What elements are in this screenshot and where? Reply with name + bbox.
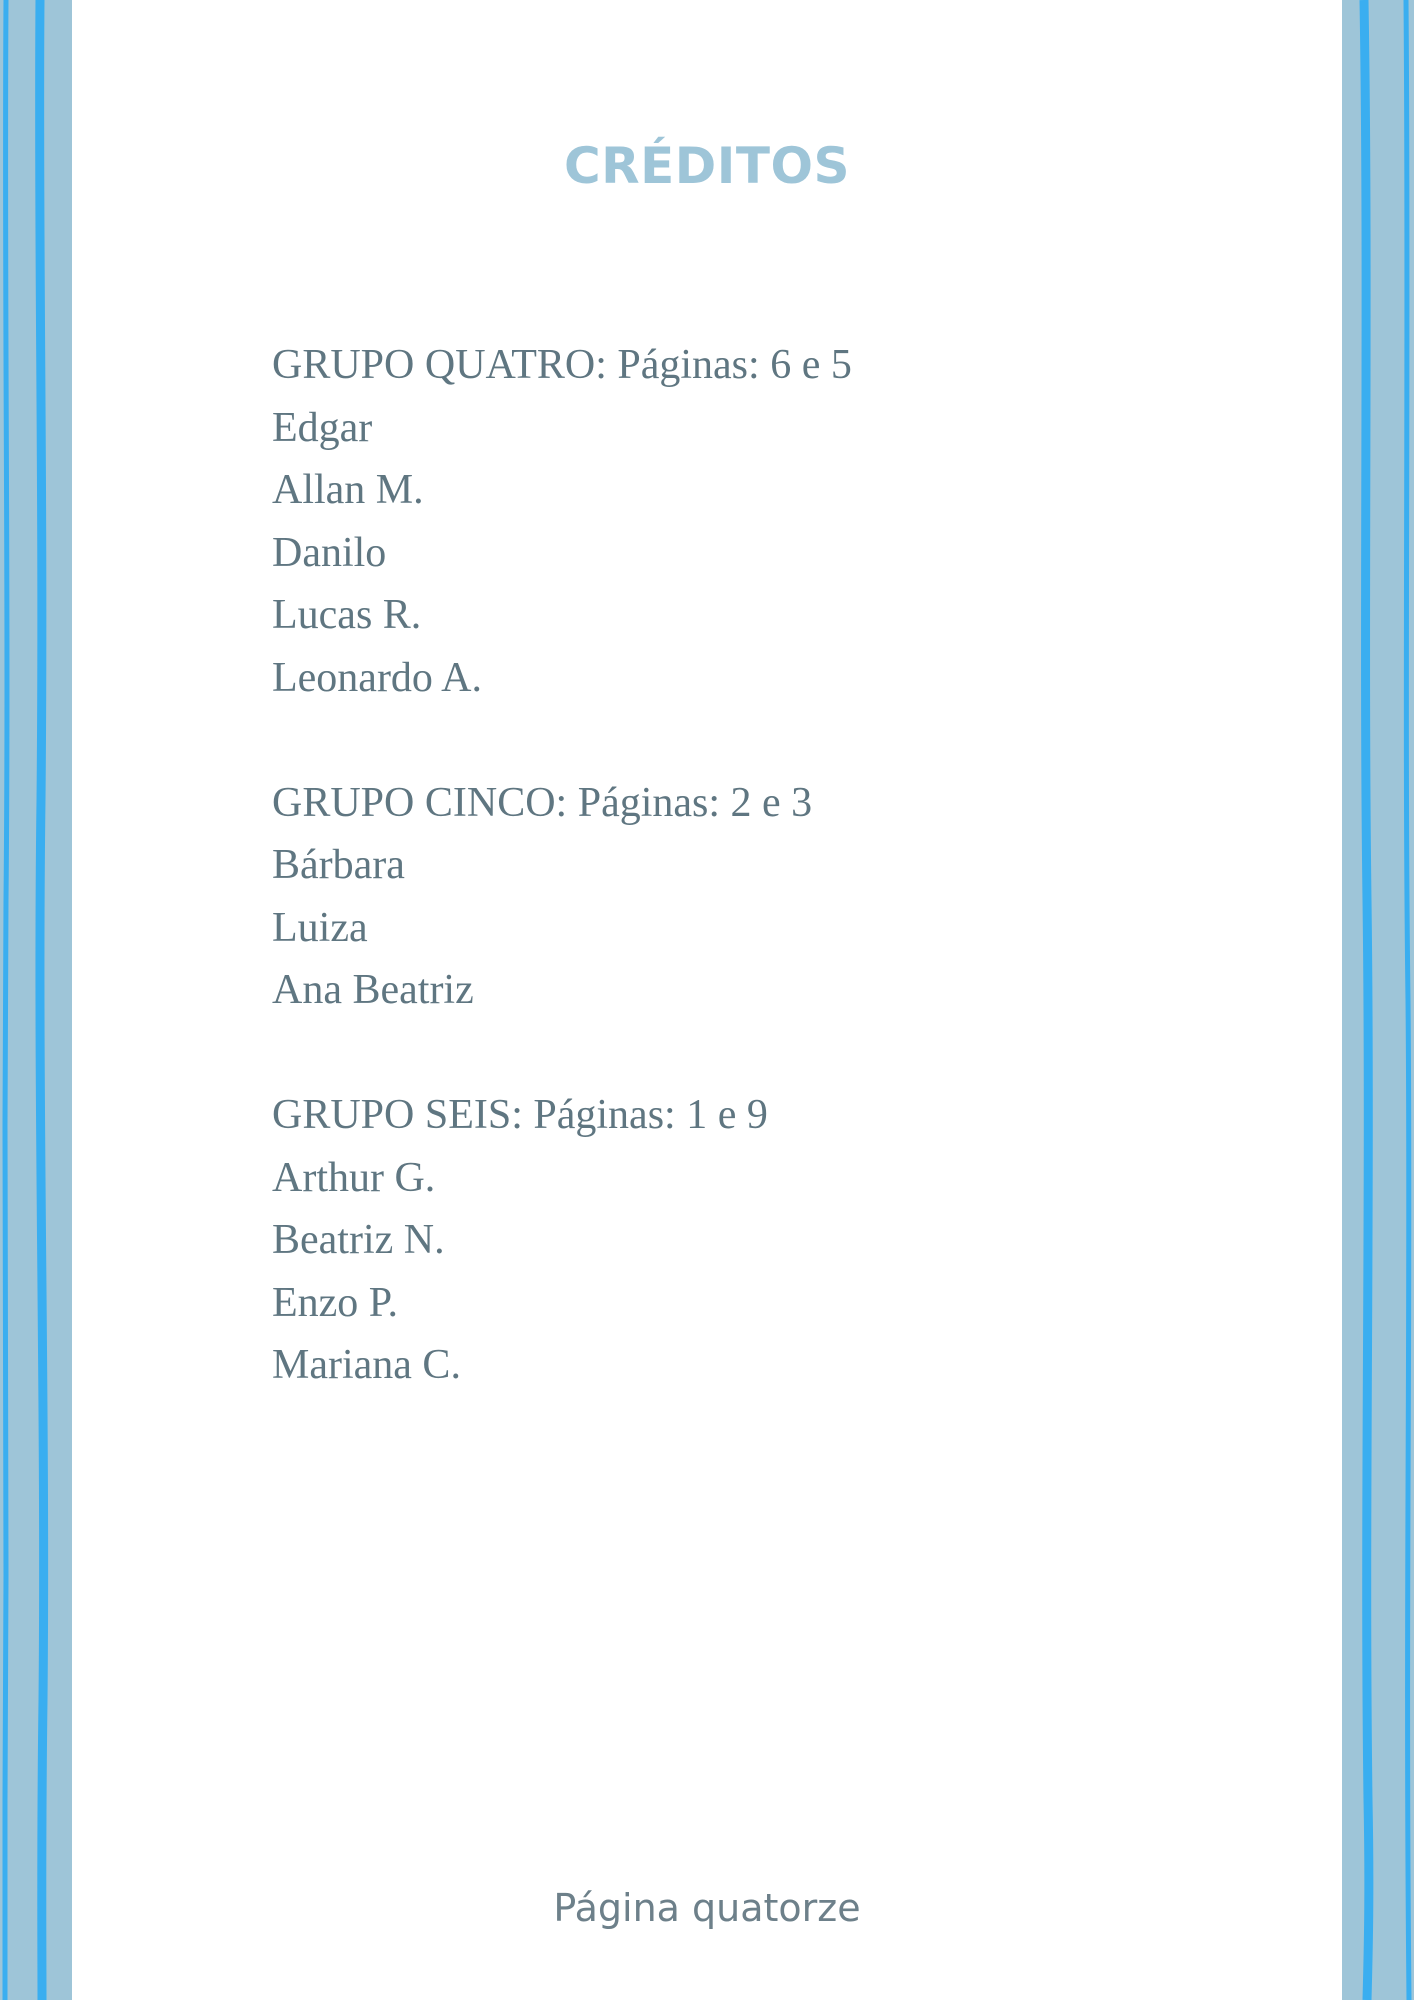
left-decorative-border bbox=[0, 0, 72, 2001]
group-member: Allan M. bbox=[272, 467, 424, 513]
group-member: Luiza bbox=[272, 904, 368, 951]
group-member: Beatriz N. bbox=[272, 1217, 445, 1263]
right-border-stripes-graphic bbox=[1342, 0, 1414, 2001]
left-border-stripes-graphic bbox=[0, 0, 72, 2001]
group-member: Arthur G. bbox=[272, 1154, 436, 1201]
group-member: Mariana C. bbox=[272, 1342, 461, 1388]
left-stripe-inner bbox=[35, 0, 49, 2001]
group-member: Ana Beatriz bbox=[272, 967, 474, 1013]
credit-group-quatro: GRUPO QUATRO: Páginas: 6 e 5 Edgar Allan… bbox=[272, 334, 1172, 709]
group-member: Enzo P. bbox=[272, 1279, 398, 1326]
group-heading: GRUPO CINCO: Páginas: 2 e 3 bbox=[272, 779, 813, 826]
group-member: Leonardo A. bbox=[272, 654, 482, 701]
left-stripe-outer bbox=[2, 0, 10, 2000]
group-member: Danilo bbox=[272, 529, 387, 576]
credit-group-cinco: GRUPO CINCO: Páginas: 2 e 3 Bárbara Luiz… bbox=[272, 772, 1172, 1022]
group-heading: GRUPO QUATRO: Páginas: 6 e 5 bbox=[272, 342, 852, 388]
page-number-footer: Página quatorze bbox=[553, 1886, 861, 1930]
right-border-band bbox=[1342, 0, 1414, 2000]
right-stripe-outer bbox=[1403, 0, 1412, 2001]
page-title: CRÉDITOS bbox=[563, 137, 851, 195]
credits-list: GRUPO QUATRO: Páginas: 6 e 5 Edgar Allan… bbox=[272, 334, 1172, 1459]
right-decorative-border bbox=[1342, 0, 1414, 2001]
group-member: Lucas R. bbox=[272, 592, 422, 638]
group-heading: GRUPO SEIS: Páginas: 1 e 9 bbox=[272, 1092, 768, 1138]
group-member: Edgar bbox=[272, 404, 373, 451]
credit-group-seis: GRUPO SEIS: Páginas: 1 e 9 Arthur G. Bea… bbox=[272, 1084, 1172, 1397]
right-stripe-inner bbox=[1359, 0, 1374, 2001]
group-member: Bárbara bbox=[272, 842, 405, 888]
